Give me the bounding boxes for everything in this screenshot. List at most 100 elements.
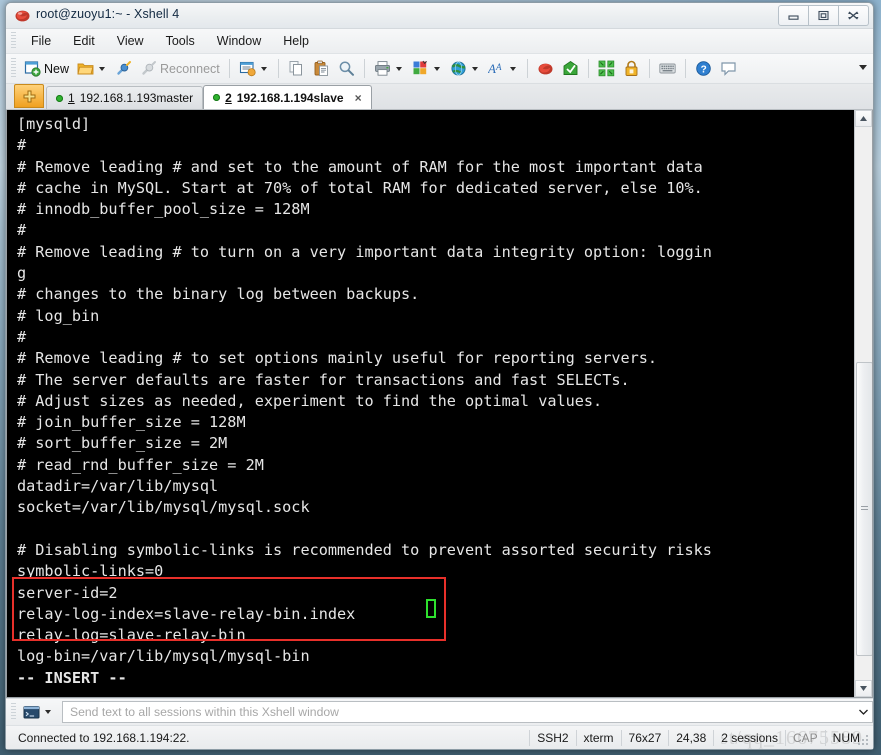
new-window-icon <box>24 60 41 77</box>
menu-window[interactable]: Window <box>206 31 272 51</box>
open-session-button[interactable] <box>73 58 111 79</box>
xftp-icon <box>562 60 579 77</box>
toolbar-separator-5 <box>587 59 589 78</box>
status-caps-lock: CAP <box>784 729 825 746</box>
new-session-button[interactable]: New <box>20 58 73 79</box>
terminal-line: # Remove leading # to set options mainly… <box>17 349 658 368</box>
terminal-line: # changes to the binary log between back… <box>17 285 420 304</box>
chat-button[interactable] <box>716 58 741 79</box>
session-properties-icon <box>239 60 256 77</box>
tab-close-icon[interactable]: × <box>355 92 362 104</box>
send-target-selector[interactable] <box>20 703 56 722</box>
paste-button[interactable] <box>309 58 334 79</box>
lock-button[interactable] <box>619 58 644 79</box>
properties-button[interactable] <box>235 58 273 79</box>
web-caret[interactable] <box>471 66 478 71</box>
properties-caret[interactable] <box>260 66 267 71</box>
menubar-grip[interactable] <box>11 32 16 50</box>
send-text-input[interactable]: Send text to all sessions within this Xs… <box>62 701 855 723</box>
send-target-caret[interactable] <box>45 710 51 714</box>
terminal-line: # Remove leading # to turn on a very imp… <box>17 242 712 261</box>
plug-connect-icon <box>115 60 132 77</box>
status-cursor-position: 24,38 <box>668 729 713 746</box>
magnifier-icon <box>338 60 355 77</box>
connect-button[interactable] <box>111 58 136 79</box>
menu-view[interactable]: View <box>106 31 155 51</box>
toolbar-overflow-caret[interactable] <box>859 65 867 70</box>
scrollbar-thumb[interactable] <box>856 362 872 656</box>
terminal-line: # sort_buffer_size = 2M <box>17 434 228 453</box>
print-button[interactable] <box>370 58 408 79</box>
menu-tools[interactable]: Tools <box>155 31 206 51</box>
send-to-all-bar: Send text to all sessions within this Xs… <box>6 698 873 725</box>
status-session-count: 2 sessions <box>713 729 785 746</box>
copy-icon <box>288 60 305 77</box>
terminal-line: log-bin=/var/lib/mysql/mysql-bin <box>17 647 310 666</box>
tab-session-2[interactable]: 2 192.168.1.194slave × <box>203 85 372 109</box>
reconnect-label: Reconnect <box>160 61 220 76</box>
font-caret[interactable] <box>509 66 516 71</box>
tab-session-1[interactable]: 1 192.168.1.193master <box>46 86 204 109</box>
scroll-up-button[interactable] <box>855 110 872 127</box>
terminal-screen[interactable]: [mysqld] # # Remove leading # and set to t… <box>7 110 854 697</box>
window-controls <box>778 5 869 26</box>
menu-bar: File Edit View Tools Window Help <box>6 29 873 54</box>
terminal-line: # read_rnd_buffer_size = 2M <box>17 455 264 474</box>
xshell-main-window: root@zuoyu1:~ - Xshell 4 File Edit View … <box>5 2 874 750</box>
terminal-line: # <box>17 221 27 240</box>
new-tab-button[interactable] <box>14 84 44 108</box>
status-protocol: SSH2 <box>529 729 575 746</box>
open-session-caret[interactable] <box>99 66 106 71</box>
terminal-line: # join_buffer_size = 128M <box>17 413 246 432</box>
layout-caret[interactable] <box>433 66 440 71</box>
xshell-button[interactable] <box>533 58 558 79</box>
help-question-icon: ? <box>695 60 712 77</box>
tab-number: 1 <box>68 91 75 105</box>
toolbar: New Reconnect A A ? <box>6 54 873 84</box>
fullscreen-icon <box>598 60 615 77</box>
plug-disconnect-icon <box>140 60 157 77</box>
menu-help[interactable]: Help <box>272 31 320 51</box>
status-terminal-size: 76x27 <box>620 729 669 746</box>
layout-button[interactable] <box>408 58 446 79</box>
minimize-button[interactable] <box>778 5 809 26</box>
reconnect-button[interactable]: Reconnect <box>136 58 224 79</box>
terminal-line: [mysqld] <box>17 115 91 133</box>
web-button[interactable] <box>446 58 484 79</box>
copy-button[interactable] <box>284 58 309 79</box>
xftp-button[interactable] <box>558 58 583 79</box>
title-bar: root@zuoyu1:~ - Xshell 4 <box>6 3 873 29</box>
tab-status-dot <box>56 94 63 102</box>
xshell-logo-icon <box>537 60 554 77</box>
fullscreen-button[interactable] <box>594 58 619 79</box>
menu-file[interactable]: File <box>20 31 62 51</box>
maximize-button[interactable] <box>809 5 839 26</box>
new-session-label: New <box>44 61 70 76</box>
tab-number: 2 <box>225 90 232 105</box>
paste-icon <box>313 60 330 77</box>
close-button[interactable] <box>839 5 869 26</box>
toolbar-separator-1 <box>228 59 230 78</box>
status-terminal-type: xterm <box>575 729 621 746</box>
font-button[interactable]: A A <box>484 58 522 79</box>
print-caret[interactable] <box>395 66 402 71</box>
resize-grip[interactable] <box>858 735 870 747</box>
terminal-line: datadir=/var/lib/mysql <box>17 477 219 496</box>
help-button[interactable]: ? <box>691 58 716 79</box>
status-cells: SSH2 xterm 76x27 24,38 2 sessions CAP NU… <box>529 726 867 749</box>
window-title: root@zuoyu1:~ - Xshell 4 <box>36 7 180 21</box>
keyboard-button[interactable] <box>655 58 680 79</box>
send-history-dropdown[interactable] <box>855 701 873 723</box>
text-cursor <box>426 599 436 618</box>
sendbar-grip[interactable] <box>11 703 16 721</box>
tab-bar: 1 192.168.1.193master 2 192.168.1.194sla… <box>6 84 873 110</box>
find-button[interactable] <box>334 58 359 79</box>
tab-status-dot <box>213 94 221 101</box>
svg-text:?: ? <box>700 65 706 76</box>
menu-edit[interactable]: Edit <box>62 31 106 51</box>
toolbar-separator-2 <box>277 59 279 78</box>
toolbar-grip[interactable] <box>11 58 16 79</box>
terminal-line: relay-log=slave-relay-bin <box>17 626 246 645</box>
scroll-down-button[interactable] <box>855 680 872 697</box>
terminal-scrollbar[interactable] <box>854 110 872 697</box>
